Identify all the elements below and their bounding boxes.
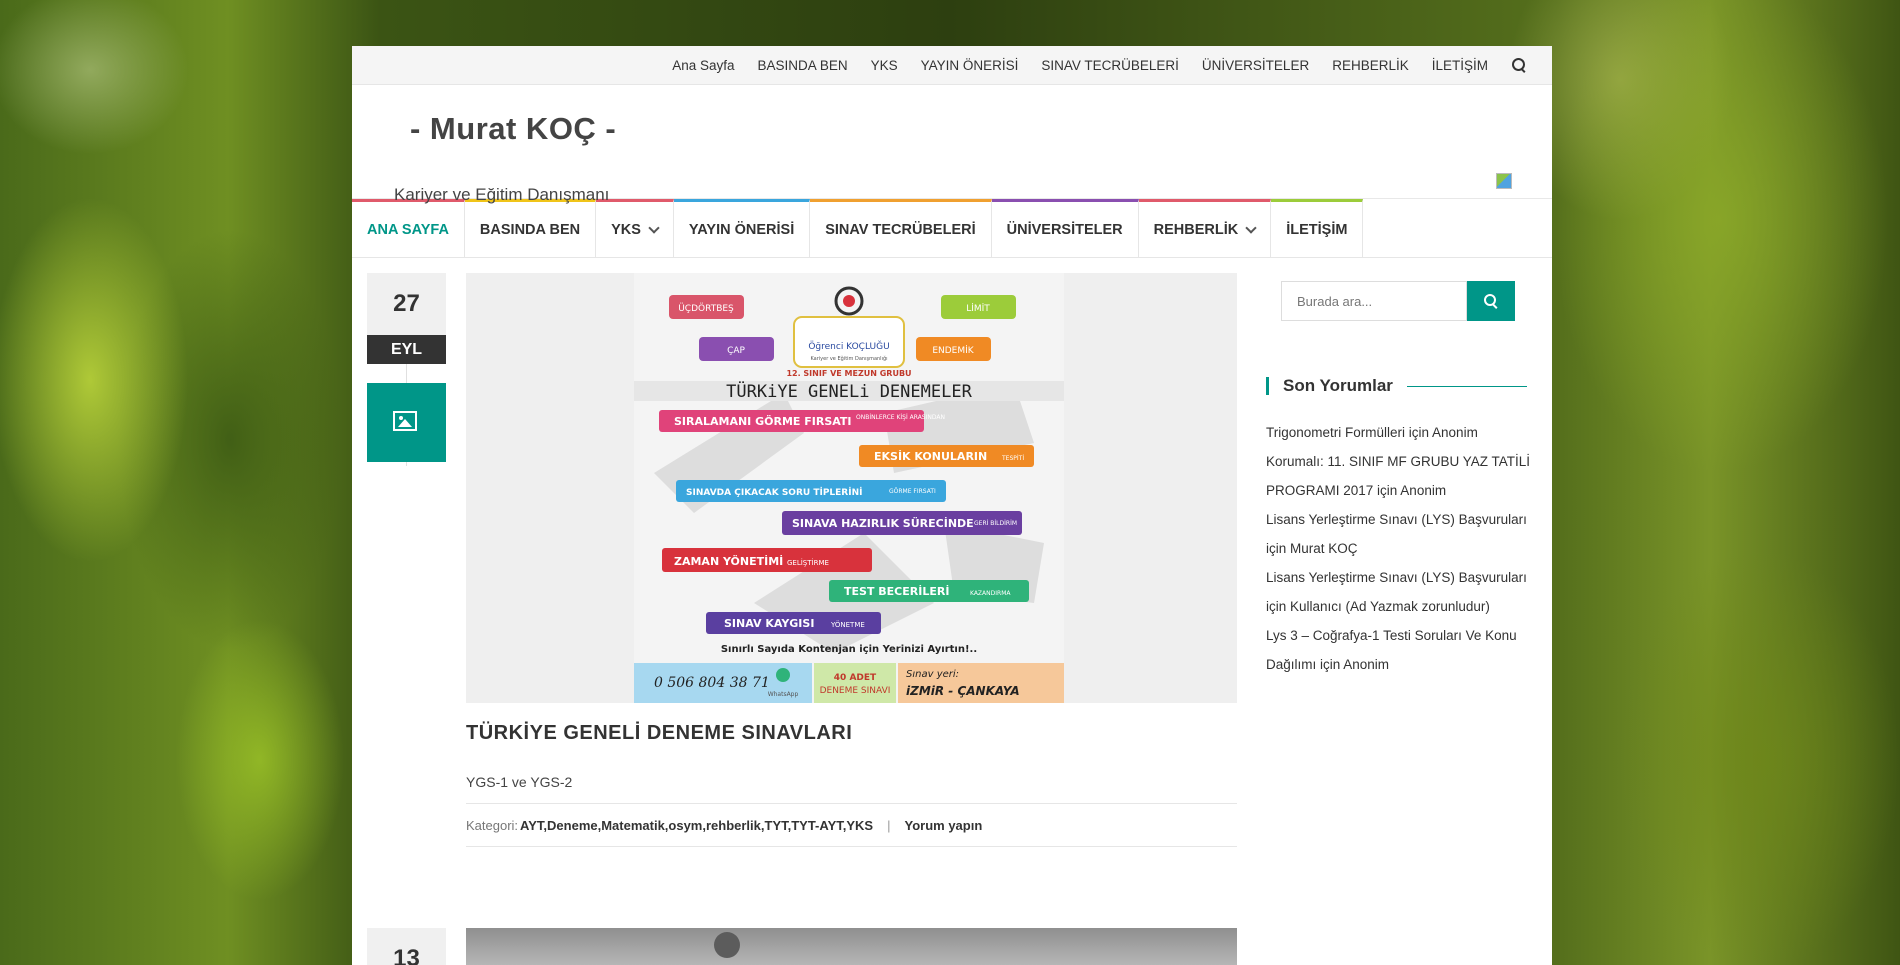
header-image-icon (1496, 173, 1512, 189)
poster-feature: TEST BECERİLERİ (844, 584, 949, 598)
poster-feature: SINAVA HAZIRLIK SÜRECİNDE (792, 516, 974, 530)
comment-item[interactable]: Trigonometri Formülleri için Anonim (1266, 418, 1546, 447)
search-icon[interactable] (1512, 58, 1526, 72)
top-link-universities[interactable]: ÜNİVERSİTELER (1202, 58, 1309, 73)
comment-link[interactable]: Yorum yapın (905, 818, 983, 833)
recent-comments: Trigonometri Formülleri için Anonim Koru… (1266, 418, 1546, 679)
featured-image-detail (714, 932, 740, 958)
poster-feature: SIRALAMANI GÖRME FIRSATI (674, 414, 852, 428)
poster-feature-sub: KAZANDIRMA (970, 590, 1011, 597)
poster-tag: LİMİT (966, 303, 990, 314)
main-navigation: ANA SAYFA BASINDA BEN YKS YAYIN ÖNERİSİ … (352, 199, 1552, 258)
poster-feature-sub: GERİ BİLDİRİM (974, 520, 1017, 527)
top-link-press[interactable]: BASINDA BEN (758, 58, 848, 73)
search-input[interactable] (1281, 281, 1467, 321)
featured-image[interactable]: ÜÇDÖRTBEŞ LİMİT ÇAP ENDEMİK Öğrenci KOÇL… (466, 273, 1237, 703)
poster-tag: ÇAP (727, 346, 745, 356)
top-link-contact[interactable]: İLETİŞİM (1432, 58, 1488, 73)
post-excerpt: YGS-1 ve YGS-2 (466, 774, 573, 790)
poster-feature-sub: YÖNETME (830, 620, 865, 629)
poster-feature-sub: TESPİTİ (1001, 455, 1024, 462)
poster-place: iZMiR - ÇANKAYA (906, 684, 1020, 698)
chevron-down-icon (648, 221, 660, 234)
nav-item-guidance[interactable]: REHBERLİK (1138, 199, 1272, 257)
poster-feature-sub: GELİŞTİRME (787, 558, 829, 567)
image-icon (393, 411, 417, 431)
category-label: Kategori: (466, 817, 519, 833)
nav-item-label: SINAV TECRÜBELERİ (825, 221, 976, 238)
poster-brand-sub: Kariyer ve Eğitim Danışmanlığı (810, 355, 887, 362)
nav-item-yks[interactable]: YKS (596, 199, 674, 257)
widget-title-accent (1266, 377, 1269, 395)
post-day: 27 (393, 290, 420, 317)
exam-poster: ÜÇDÖRTBEŞ LİMİT ÇAP ENDEMİK Öğrenci KOÇL… (634, 273, 1064, 703)
top-link-exam-experiences[interactable]: SINAV TECRÜBELERİ (1041, 58, 1179, 73)
poster-feature-sub: GÖRME FIRSATI (889, 488, 936, 495)
poster-count: 40 ADET (834, 673, 877, 683)
nav-item-label: İLETİŞİM (1286, 221, 1348, 238)
poster-tag: ENDEMİK (932, 345, 974, 356)
post-format-badge (367, 383, 446, 462)
nav-item-label: BASINDA BEN (479, 221, 581, 238)
nav-item-universities[interactable]: ÜNİVERSİTELER (991, 199, 1139, 257)
post-date: 13 (367, 928, 446, 965)
top-link-yks[interactable]: YKS (871, 58, 898, 73)
poster-feature: ZAMAN YÖNETİMİ (674, 554, 783, 568)
site-header: - Murat KOÇ - Kariyer ve Eğitim Danışman… (352, 85, 1552, 204)
poster-group: 12. SINIF VE MEZUN GRUBU (786, 369, 911, 378)
widget-title: Son Yorumlar (1266, 376, 1527, 396)
poster-place-label: Sınav yeri: (906, 669, 959, 680)
widget-title-line (1406, 385, 1527, 387)
comment-item[interactable]: Lys 3 – Coğrafya-1 Testi Soruları Ve Kon… (1266, 621, 1546, 679)
top-link-guidance[interactable]: REHBERLİK (1332, 58, 1409, 73)
poster-brand: Öğrenci KOÇLUĞU (808, 340, 889, 352)
poster-heading: TÜRKiYE GENELi DENEMELER (726, 380, 972, 402)
chevron-down-icon (1245, 221, 1257, 234)
nav-item-label: REHBERLİK (1153, 221, 1239, 238)
search-icon (1484, 294, 1496, 306)
site-description: Kariyer ve Eğitim Danışmanı (394, 185, 610, 204)
top-link-publication[interactable]: YAYIN ÖNERİSİ (921, 58, 1019, 73)
nav-item-label: ANA SAYFA (367, 221, 449, 238)
comment-item[interactable]: Lisans Yerleştirme Sınavı (LYS) Başvurul… (1266, 505, 1546, 563)
nav-item-exam-experiences[interactable]: SINAV TECRÜBELERİ (810, 199, 992, 257)
nav-item-contact[interactable]: İLETİŞİM (1271, 199, 1364, 257)
search-button[interactable] (1467, 281, 1515, 321)
poster-whatsapp: WhatsApp (768, 691, 799, 698)
featured-image[interactable] (466, 928, 1237, 965)
widget-title-text: Son Yorumlar (1283, 376, 1393, 395)
comment-item[interactable]: Lisans Yerleştirme Sınavı (LYS) Başvurul… (1266, 563, 1546, 621)
post-day: 13 (393, 945, 420, 965)
nav-item-publication[interactable]: YAYIN ÖNERİSİ (673, 199, 811, 257)
nav-item-press[interactable]: BASINDA BEN (464, 199, 597, 257)
top-link-home[interactable]: Ana Sayfa (672, 58, 734, 73)
comment-item[interactable]: Korumalı: 11. SINIF MF GRUBU YAZ TATİLİ … (1266, 447, 1546, 505)
post-month: EYL (367, 335, 446, 364)
poster-feature: SINAVDA ÇIKACAK SORU TİPLERİNİ (686, 487, 862, 498)
poster-tag: ÜÇDÖRTBEŞ (678, 303, 734, 314)
nav-item-label: YAYIN ÖNERİSİ (688, 221, 795, 238)
page-container: Ana Sayfa BASINDA BEN YKS YAYIN ÖNERİSİ … (352, 46, 1552, 965)
top-bar: Ana Sayfa BASINDA BEN YKS YAYIN ÖNERİSİ … (352, 46, 1552, 85)
category-links[interactable]: AYT,Deneme,Matematik,osym,rehberlik,TYT,… (520, 818, 873, 833)
poster-note: Sınırlı Sayıda Kontenjan için Yerinizi A… (721, 644, 977, 655)
nav-item-label: YKS (611, 221, 641, 238)
poster-count-sub: DENEME SINAVI (820, 686, 891, 696)
nav-item-label: ÜNİVERSİTELER (1006, 221, 1123, 238)
poster-feature: SINAV KAYGISI (724, 617, 814, 630)
poster-phone: 0 506 804 38 71 (654, 675, 770, 691)
sidebar-search (1281, 281, 1515, 321)
post-title[interactable]: TÜRKİYE GENELİ DENEME SINAVLARI (466, 722, 852, 745)
post-meta: Kategori: AYT,Deneme,Matematik,osym,rehb… (466, 803, 1237, 847)
meta-divider: | (887, 817, 891, 833)
nav-item-home[interactable]: ANA SAYFA (352, 199, 465, 257)
site-title[interactable]: - Murat KOÇ - (410, 111, 616, 147)
poster-feature: EKSİK KONULARIN (874, 449, 987, 463)
post-date: 27 EYL (367, 273, 446, 364)
poster-feature-sub: ONBİNLERCE KİŞİ ARASINDAN (856, 414, 945, 421)
